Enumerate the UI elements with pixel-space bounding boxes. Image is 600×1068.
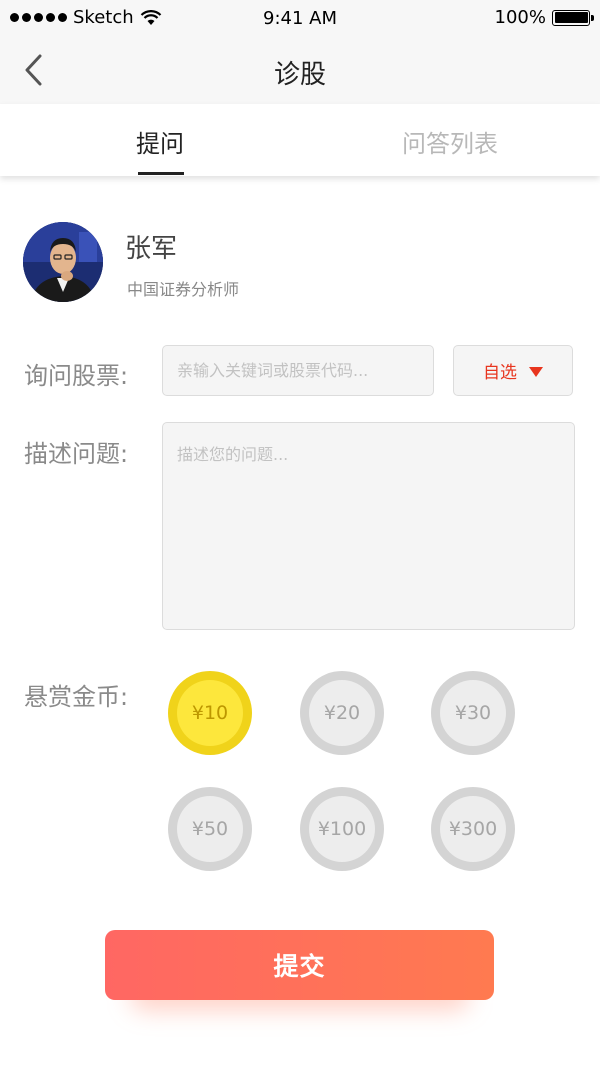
active-tab-indicator [138, 172, 184, 175]
tab-qa-list[interactable]: 问答列表 [300, 124, 600, 159]
status-bar: Sketch 9:41 AM 100% [0, 0, 600, 36]
description-label: 描述问题: [24, 440, 129, 468]
stock-search-input[interactable] [162, 345, 434, 396]
analyst-name: 张军 [125, 234, 178, 264]
select-label: 自选 [483, 363, 517, 383]
submit-label: 提交 [273, 952, 326, 981]
coin-label: ¥30 [440, 680, 506, 746]
analyst-photo [23, 222, 103, 302]
coin-option-50[interactable]: ¥50 [168, 787, 252, 871]
triangle-down-icon [529, 366, 543, 377]
watchlist-select-button[interactable]: 自选 [453, 345, 573, 396]
tab-ask[interactable]: 提问 [10, 124, 310, 159]
battery-info: 100% [494, 7, 594, 28]
navigation-bar: 诊股 [0, 36, 600, 104]
analyst-title: 中国证券分析师 [127, 280, 240, 299]
coin-option-100[interactable]: ¥100 [300, 787, 384, 871]
reward-label: 悬赏金币: [24, 683, 129, 711]
submit-button[interactable]: 提交 [105, 930, 494, 1000]
coin-label: ¥50 [177, 796, 243, 862]
coin-option-300[interactable]: ¥300 [431, 787, 515, 871]
coin-label: ¥10 [177, 680, 243, 746]
stock-label: 询问股票: [24, 362, 129, 390]
coin-option-20[interactable]: ¥20 [300, 671, 384, 755]
question-description-field[interactable] [162, 422, 575, 630]
coin-option-30[interactable]: ¥30 [431, 671, 515, 755]
coin-label: ¥20 [309, 680, 375, 746]
avatar [23, 222, 103, 302]
coin-label: ¥100 [309, 796, 375, 862]
battery-icon [552, 9, 594, 26]
tab-bar: 提问 问答列表 [0, 104, 600, 176]
coin-option-10[interactable]: ¥10 [168, 671, 252, 755]
coin-label: ¥300 [440, 796, 506, 862]
battery-percent: 100% [494, 7, 546, 28]
page-title: 诊股 [273, 60, 326, 90]
